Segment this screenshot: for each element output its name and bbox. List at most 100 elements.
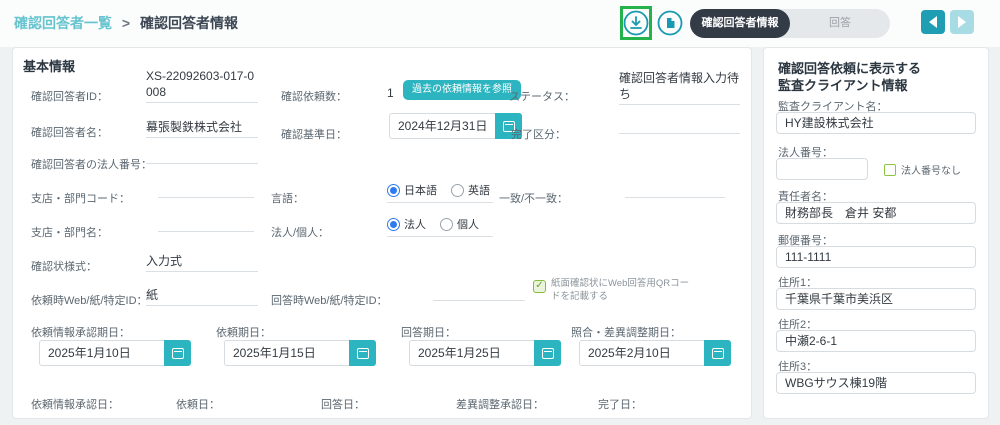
completion-date-label: 完了日： — [598, 396, 642, 412]
download-button-highlight — [620, 6, 652, 40]
language-option-english[interactable]: 英語 — [451, 182, 490, 198]
audit-client-panel: 確認回答依頼に表示する 監査クライアント情報 監査クライアント名： HY建設株式… — [763, 47, 989, 419]
response-id-value[interactable] — [433, 285, 525, 301]
entity-option-individual[interactable]: 個人 — [440, 216, 479, 232]
past-requests-button[interactable]: 過去の依頼情報を参照 — [403, 80, 521, 100]
form-type-value[interactable]: 入力式 — [146, 252, 258, 272]
respondent-name-value[interactable]: 幕張製鉄株式会社 — [146, 118, 258, 138]
match-value[interactable] — [625, 182, 725, 198]
entity-option-label: 個人 — [457, 216, 479, 232]
checkbox-unchecked-icon — [884, 164, 896, 176]
client-name-input[interactable]: HY建設株式会社 — [776, 112, 976, 134]
request-id-value[interactable]: 紙 — [146, 286, 258, 306]
tab-response[interactable]: 回答 — [790, 9, 890, 38]
download-icon[interactable] — [623, 10, 649, 36]
view-toggle: 確認回答者情報 回答 — [690, 9, 890, 38]
breadcrumb-separator: > — [122, 15, 130, 31]
request-deadline-picker-button[interactable] — [349, 340, 376, 366]
request-deadline-input[interactable]: 2025年1月15日 — [224, 340, 376, 366]
request-count-value: 1 — [387, 86, 394, 100]
next-record-button[interactable] — [950, 10, 974, 34]
client-corp-number-input[interactable] — [776, 158, 868, 180]
approval-date-label: 依頼情報承認日： — [31, 396, 119, 412]
postal-code-input[interactable]: 111-1111 — [776, 246, 976, 268]
difference-approval-date-label: 差異調整承認日： — [456, 396, 544, 412]
radio-selected-icon — [387, 184, 400, 197]
respondent-name-label: 確認回答者名： — [31, 124, 108, 140]
qr-checkbox-label: 紙面確認状にWeb回答用QRコードを記載する — [551, 278, 693, 304]
response-deadline-label: 回答期日： — [401, 324, 456, 340]
entity-option-label: 法人 — [404, 216, 426, 232]
request-date-label: 依頼日： — [176, 396, 220, 412]
calendar-icon — [712, 348, 724, 359]
section-title: 基本情報 — [23, 56, 75, 75]
base-date-value[interactable]: 2024年12月31日 — [389, 113, 495, 139]
calendar-icon — [357, 348, 369, 359]
language-option-label: 日本語 — [404, 182, 437, 198]
reconciliation-deadline-label: 照合・差異調整期日： — [571, 324, 681, 340]
language-radio-group: 日本語 英語 — [387, 182, 493, 203]
request-id-label: 依頼時Web/紙/特定ID： — [31, 292, 148, 308]
radio-unselected-icon — [440, 218, 453, 231]
base-date-input[interactable]: 2024年12月31日 — [389, 113, 522, 139]
match-label: 一致/不一致： — [499, 190, 568, 206]
no-corp-number-label: 法人番号なし — [901, 162, 961, 177]
checkbox-checked-icon — [533, 280, 546, 293]
request-count-label: 確認依頼数： — [281, 88, 347, 104]
address1-input[interactable]: 千葉県千葉市美浜区 — [776, 288, 976, 310]
calendar-icon — [542, 348, 554, 359]
copy-report-button[interactable] — [657, 10, 683, 36]
response-deadline-input[interactable]: 2025年1月25日 — [409, 340, 561, 366]
previous-record-button[interactable] — [921, 10, 945, 34]
approval-deadline-label: 依頼情報承認期日： — [31, 324, 130, 340]
approval-deadline-value[interactable]: 2025年1月10日 — [39, 340, 164, 366]
approval-deadline-picker-button[interactable] — [164, 340, 191, 366]
address2-input[interactable]: 中瀬2-6-1 — [776, 330, 976, 352]
manager-name-input[interactable]: 財務部長 倉井 安都 — [776, 202, 976, 224]
entity-option-corporate[interactable]: 法人 — [387, 216, 426, 232]
respondent-id-label: 確認回答者ID： — [31, 88, 108, 104]
request-deadline-label: 依頼期日： — [216, 324, 271, 340]
corp-number-label: 確認回答者の法人番号： — [31, 156, 152, 172]
response-id-label: 回答時Web/紙/特定ID： — [271, 292, 388, 308]
branch-name-label: 支店・部門名： — [31, 224, 108, 240]
basic-info-panel: 基本情報 確認回答者ID： XS-22092603-017-0008 確認依頼数… — [12, 47, 752, 419]
response-date-label: 回答日： — [321, 396, 365, 412]
qr-code-checkbox[interactable]: 紙面確認状にWeb回答用QRコードを記載する — [533, 278, 693, 304]
respondent-id-value[interactable]: XS-22092603-017-0008 — [146, 68, 258, 103]
response-deadline-picker-button[interactable] — [534, 340, 561, 366]
branch-code-value[interactable] — [158, 182, 254, 198]
status-label: ステータス： — [509, 88, 575, 104]
breadcrumb-parent-link[interactable]: 確認回答者一覧 — [14, 15, 112, 31]
language-option-label: 英語 — [468, 182, 490, 198]
side-panel-title-line2: 監査クライアント情報 — [778, 75, 907, 94]
radio-selected-icon — [387, 218, 400, 231]
entity-label: 法人/個人： — [271, 224, 329, 240]
response-deadline-value[interactable]: 2025年1月25日 — [409, 340, 534, 366]
branch-name-value[interactable] — [158, 216, 254, 232]
chevron-left-icon — [929, 16, 937, 28]
reconciliation-deadline-value[interactable]: 2025年2月10日 — [579, 340, 704, 366]
language-option-japanese[interactable]: 日本語 — [387, 182, 437, 198]
completion-label: 完了区分： — [511, 126, 566, 142]
base-date-label: 確認基準日： — [281, 126, 347, 142]
address3-input[interactable]: WBGサウス棟19階 — [776, 372, 976, 394]
completion-value[interactable] — [619, 118, 740, 134]
approval-deadline-input[interactable]: 2025年1月10日 — [39, 340, 191, 366]
request-deadline-value[interactable]: 2025年1月15日 — [224, 340, 349, 366]
status-value[interactable]: 確認回答者情報入力待ち — [619, 70, 740, 105]
no-corp-number-checkbox[interactable]: 法人番号なし — [884, 162, 961, 177]
chevron-right-icon — [958, 16, 966, 28]
form-type-label: 確認状様式： — [31, 258, 97, 274]
document-copy-icon — [657, 10, 683, 36]
corp-number-value[interactable] — [146, 148, 258, 164]
language-label: 言語： — [271, 190, 304, 206]
page-title: 確認回答者情報 — [140, 15, 238, 31]
calendar-icon — [172, 348, 184, 359]
branch-code-label: 支店・部門コード： — [31, 190, 130, 206]
reconciliation-deadline-input[interactable]: 2025年2月10日 — [579, 340, 731, 366]
breadcrumb: 確認回答者一覧 > 確認回答者情報 — [14, 13, 238, 33]
entity-radio-group: 法人 個人 — [387, 216, 493, 237]
reconciliation-deadline-picker-button[interactable] — [704, 340, 731, 366]
tab-respondent-info[interactable]: 確認回答者情報 — [690, 9, 790, 38]
